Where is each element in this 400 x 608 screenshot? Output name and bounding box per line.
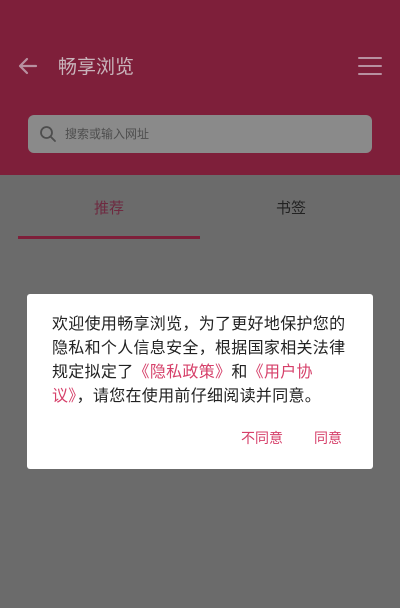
- dialog-text-part3: ，请您在使用前仔细阅读并同意。: [76, 386, 322, 405]
- search-icon: [40, 126, 56, 142]
- hamburger-menu-icon[interactable]: [358, 57, 382, 77]
- privacy-policy-link[interactable]: 《隐私政策》: [134, 362, 232, 381]
- back-arrow-icon[interactable]: [16, 54, 40, 78]
- tab-recommend[interactable]: 推荐: [94, 197, 124, 219]
- agree-button[interactable]: 同意: [314, 429, 342, 449]
- dialog-text-part2: 和: [231, 362, 248, 381]
- search-input[interactable]: [65, 115, 355, 153]
- active-tab-indicator: [18, 236, 200, 239]
- privacy-consent-dialog: 欢迎使用畅享浏览，为了更好地保护您的隐私和个人信息安全，根据国家相关法律规定拟定…: [27, 294, 373, 469]
- tab-bar: 推荐 书签: [0, 175, 400, 240]
- app-title: 畅享浏览: [58, 56, 135, 78]
- dialog-message: 欢迎使用畅享浏览，为了更好地保护您的隐私和个人信息安全，根据国家相关法律规定拟定…: [52, 312, 352, 408]
- app-screen: 畅享浏览 推荐 书签 欢迎使用畅享浏览，为了更好地保护您的隐私和个人信息安全，根…: [0, 0, 400, 608]
- disagree-button[interactable]: 不同意: [241, 429, 283, 449]
- tab-bookmarks[interactable]: 书签: [276, 197, 306, 219]
- search-bar[interactable]: [28, 115, 372, 153]
- app-header: 畅享浏览: [0, 0, 400, 175]
